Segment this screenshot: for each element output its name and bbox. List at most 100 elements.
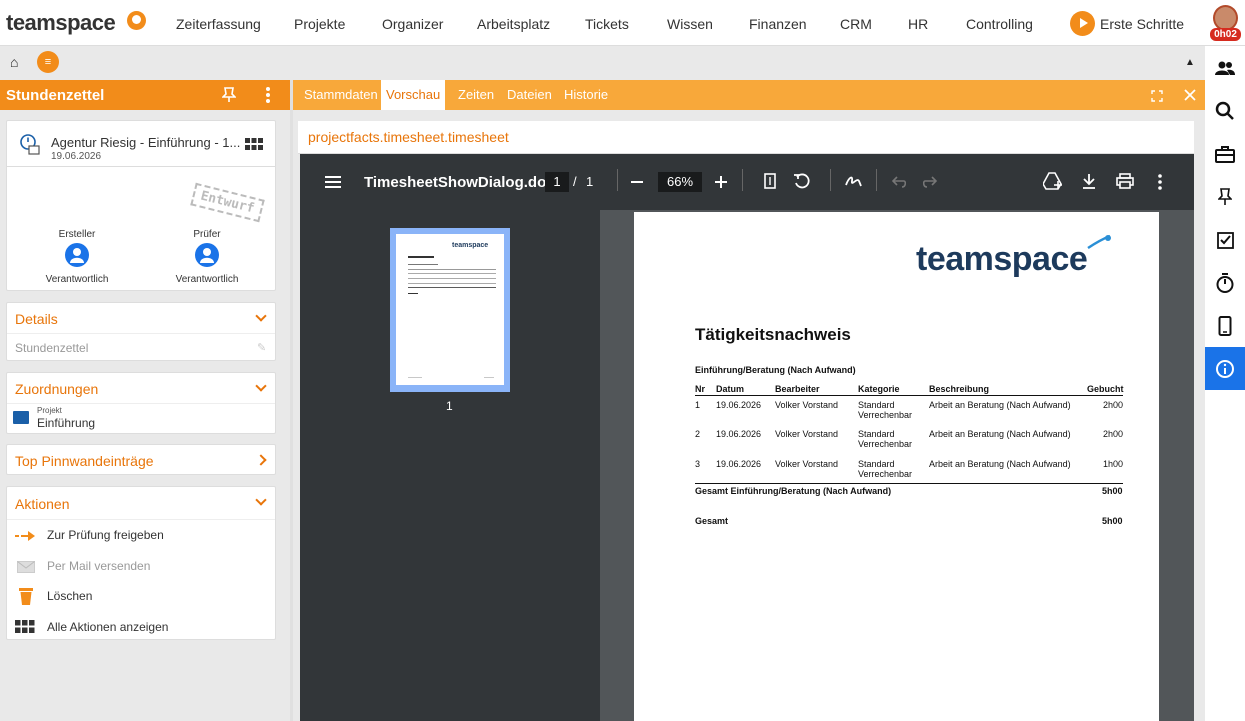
doc-col-desc: Beschreibung: [929, 384, 990, 394]
tab-zeiten[interactable]: Zeiten: [453, 80, 499, 110]
toolbar-divider: [742, 169, 743, 191]
doc-cell: 2h00: [1103, 400, 1124, 410]
nav-crm[interactable]: CRM: [840, 16, 872, 32]
action-label: Per Mail versenden: [47, 559, 151, 573]
mobile-icon[interactable]: [1205, 304, 1245, 347]
path-bar: projectfacts.timesheet.timesheet: [298, 121, 1194, 154]
tab-dateien[interactable]: Dateien: [502, 80, 557, 110]
doc-cell: Volker Vorstand: [775, 400, 839, 410]
play-icon[interactable]: [1070, 11, 1095, 36]
rotate-icon[interactable]: [793, 172, 811, 190]
action-show-all[interactable]: Alle Aktionen anzeigen: [15, 620, 275, 640]
doc-cell: Standard: [858, 459, 895, 469]
pin-icon[interactable]: [1205, 175, 1245, 218]
file-path: projectfacts.timesheet.timesheet: [308, 129, 509, 145]
nav-organizer[interactable]: Organizer: [382, 16, 443, 32]
doc-section: Einführung/Beratung (Nach Aufwand): [695, 365, 856, 375]
tab-stammdaten[interactable]: Stammdaten: [299, 80, 383, 110]
search-icon[interactable]: [1205, 89, 1245, 132]
page-number-input[interactable]: 1: [545, 172, 569, 192]
timer-badge[interactable]: 0h02: [1210, 28, 1241, 41]
role-value-creator: Verantwortlich: [45, 274, 109, 285]
people-icon[interactable]: [1205, 46, 1245, 89]
nav-controlling[interactable]: Controlling: [966, 16, 1033, 32]
user-icon[interactable]: [195, 243, 219, 267]
print-icon[interactable]: [1116, 173, 1134, 189]
actions-title[interactable]: Aktionen: [15, 496, 69, 512]
thumbnail-preview[interactable]: teamspace: [396, 234, 504, 385]
drive-upload-icon[interactable]: [1042, 172, 1063, 190]
doc-cell: Verrechenbar: [858, 469, 913, 479]
doc-header-rule: [695, 395, 1123, 396]
doc-cell: Standard: [858, 429, 895, 439]
grid-menu-icon: [15, 620, 35, 634]
doc-col-booked: Gebucht: [1087, 384, 1124, 394]
zoom-input[interactable]: 66%: [658, 172, 702, 192]
chevron-down-icon[interactable]: [255, 310, 267, 322]
nav-hr[interactable]: HR: [908, 16, 928, 32]
info-icon[interactable]: [1205, 347, 1245, 390]
assignments-title[interactable]: Zuordnungen: [15, 381, 98, 397]
pdf-filename: TimesheetShowDialog.do: [364, 174, 547, 191]
briefcase-icon[interactable]: [1205, 132, 1245, 175]
chevron-down-icon[interactable]: [255, 380, 267, 392]
doc-subtotal-value: 5h00: [1102, 486, 1123, 496]
logo-icon: [127, 11, 146, 30]
annotate-icon[interactable]: [845, 173, 863, 189]
nav-arbeitsplatz[interactable]: Arbeitsplatz: [477, 16, 550, 32]
role-label-creator: Ersteller: [58, 229, 96, 240]
user-avatar[interactable]: 0h02: [1210, 5, 1241, 41]
menu-circle-icon[interactable]: ≡: [37, 51, 59, 73]
zoom-out-icon[interactable]: [631, 175, 643, 187]
pinboard-section[interactable]: Top Pinnwandeinträge: [6, 444, 276, 475]
action-send-mail[interactable]: Per Mail versenden: [15, 559, 275, 583]
details-title[interactable]: Details: [15, 311, 58, 327]
home-icon[interactable]: ⌂: [10, 54, 18, 70]
action-delete[interactable]: Löschen: [15, 588, 275, 613]
grid-menu-icon[interactable]: [245, 138, 263, 152]
zoom-in-icon[interactable]: [715, 175, 727, 188]
doc-cell: Standard: [858, 400, 895, 410]
nav-projekte[interactable]: Projekte: [294, 16, 345, 32]
doc-col-date: Datum: [716, 384, 745, 394]
doc-cell: 2h00: [1103, 429, 1124, 439]
doc-cell: Volker Vorstand: [775, 429, 839, 439]
close-icon[interactable]: [1183, 88, 1197, 102]
edit-doc-icon[interactable]: ✎: [257, 341, 266, 354]
stopwatch-icon[interactable]: [1205, 261, 1245, 304]
fullscreen-icon[interactable]: [1151, 89, 1163, 102]
doc-logo: teamspace: [916, 240, 1088, 278]
first-steps-link[interactable]: Erste Schritte: [1100, 16, 1184, 32]
doc-title: Tätigkeitsnachweis: [695, 325, 851, 344]
tab-historie[interactable]: Historie: [559, 80, 613, 110]
undo-icon[interactable]: [891, 175, 907, 188]
pdf-page: teamspace Tätigkeitsnachweis Einführung/…: [634, 212, 1159, 721]
pinboard-title[interactable]: Top Pinnwandeinträge: [15, 453, 154, 469]
fit-page-icon[interactable]: [764, 173, 776, 189]
chevron-right-icon[interactable]: [255, 454, 267, 466]
draft-stamp: Entwurf: [190, 182, 265, 223]
download-icon[interactable]: [1082, 173, 1096, 189]
more-options-icon[interactable]: [1158, 174, 1162, 190]
left-panel: Agentur Riesig - Einführung - 1... 19.06…: [0, 110, 290, 721]
mail-icon: [17, 560, 35, 573]
pin-icon[interactable]: [221, 87, 237, 108]
app-logo[interactable]: teamspace: [6, 10, 116, 36]
nav-tickets[interactable]: Tickets: [585, 16, 629, 32]
assignment-name[interactable]: Einführung: [37, 416, 95, 430]
nav-zeiterfassung[interactable]: Zeiterfassung: [176, 16, 261, 32]
collapse-up-icon[interactable]: ▲: [1185, 57, 1195, 68]
user-icon[interactable]: [65, 243, 89, 267]
toolbar-divider: [830, 169, 831, 191]
task-check-icon[interactable]: [1205, 218, 1245, 261]
tab-vorschau[interactable]: Vorschau: [381, 80, 446, 110]
doc-cell: Arbeit an Beratung (Nach Aufwand): [929, 459, 1071, 469]
action-label: Alle Aktionen anzeigen: [47, 620, 169, 634]
action-submit-review[interactable]: Zur Prüfung freigeben: [15, 528, 275, 552]
nav-finanzen[interactable]: Finanzen: [749, 16, 807, 32]
chevron-down-icon[interactable]: [255, 494, 267, 506]
nav-wissen[interactable]: Wissen: [667, 16, 713, 32]
menu-icon[interactable]: [325, 175, 341, 189]
redo-icon[interactable]: [922, 175, 938, 188]
more-options-icon[interactable]: [265, 87, 271, 105]
